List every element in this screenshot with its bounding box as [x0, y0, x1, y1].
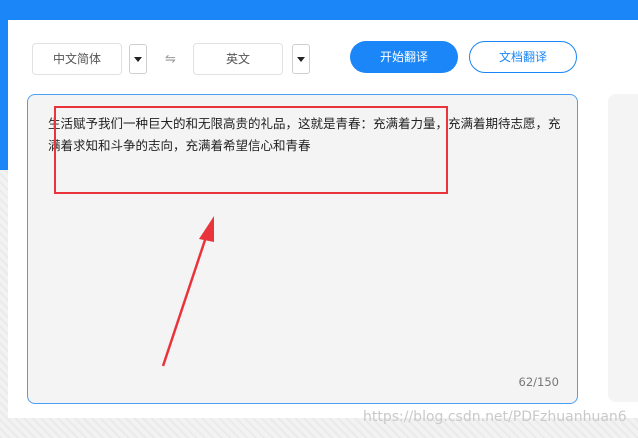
annotation-arrow-icon: [161, 216, 214, 367]
watermark: https://blog.csdn.net/PDFzhuanhuan6: [363, 409, 627, 425]
